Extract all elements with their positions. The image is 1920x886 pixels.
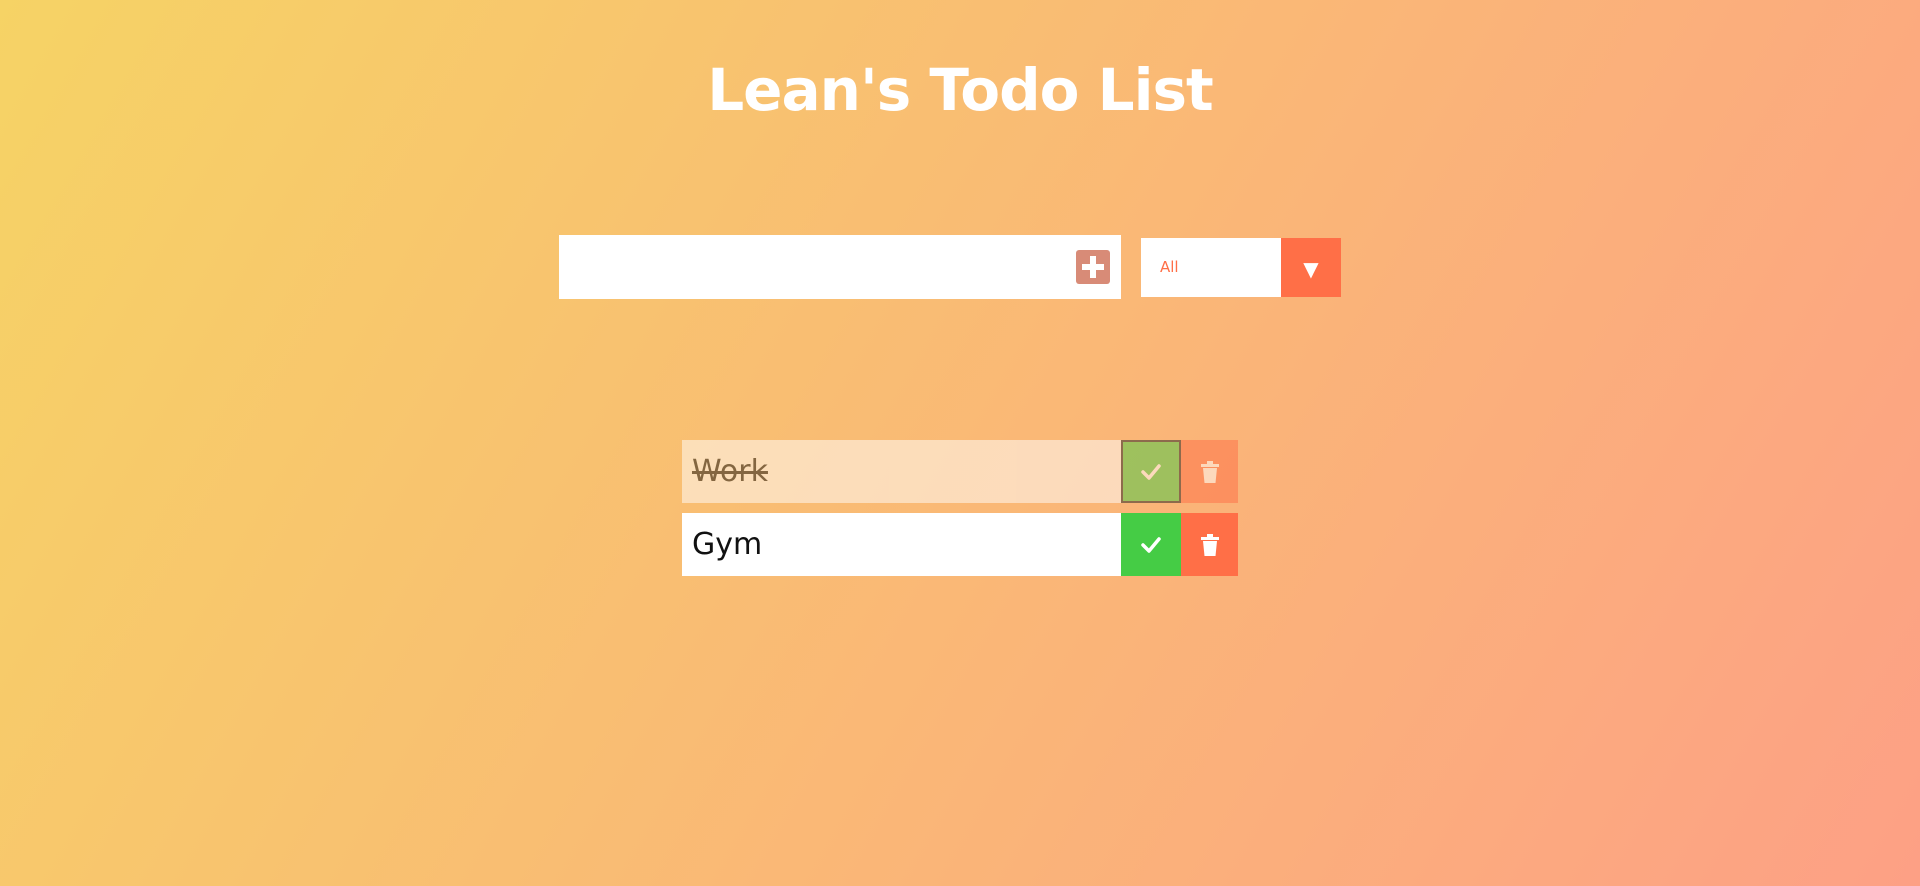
complete-button[interactable]: [1121, 513, 1181, 576]
triangle-down-icon[interactable]: ▼: [1281, 238, 1341, 297]
check-icon: [1141, 463, 1161, 480]
delete-button[interactable]: [1181, 440, 1238, 503]
check-icon: [1141, 536, 1161, 553]
add-todo-form: [559, 235, 1121, 299]
delete-button[interactable]: [1181, 513, 1238, 576]
todo-input[interactable]: [559, 235, 1059, 299]
complete-button[interactable]: [1121, 440, 1181, 503]
todo-item-work: Work: [682, 440, 1238, 503]
trash-icon: [1200, 533, 1219, 556]
filter-select[interactable]: All ▼: [1141, 238, 1341, 297]
todo-item-gym: Gym: [682, 513, 1238, 576]
add-todo-button[interactable]: [1076, 250, 1110, 284]
todo-text: Gym: [692, 527, 763, 562]
todo-list: Work Gym: [682, 440, 1238, 586]
todo-text: Work: [692, 454, 768, 489]
page-title: Lean's Todo List: [707, 56, 1214, 124]
plus-icon: [1082, 256, 1104, 278]
trash-icon: [1200, 460, 1219, 483]
filter-selected-value: All: [1160, 258, 1179, 276]
